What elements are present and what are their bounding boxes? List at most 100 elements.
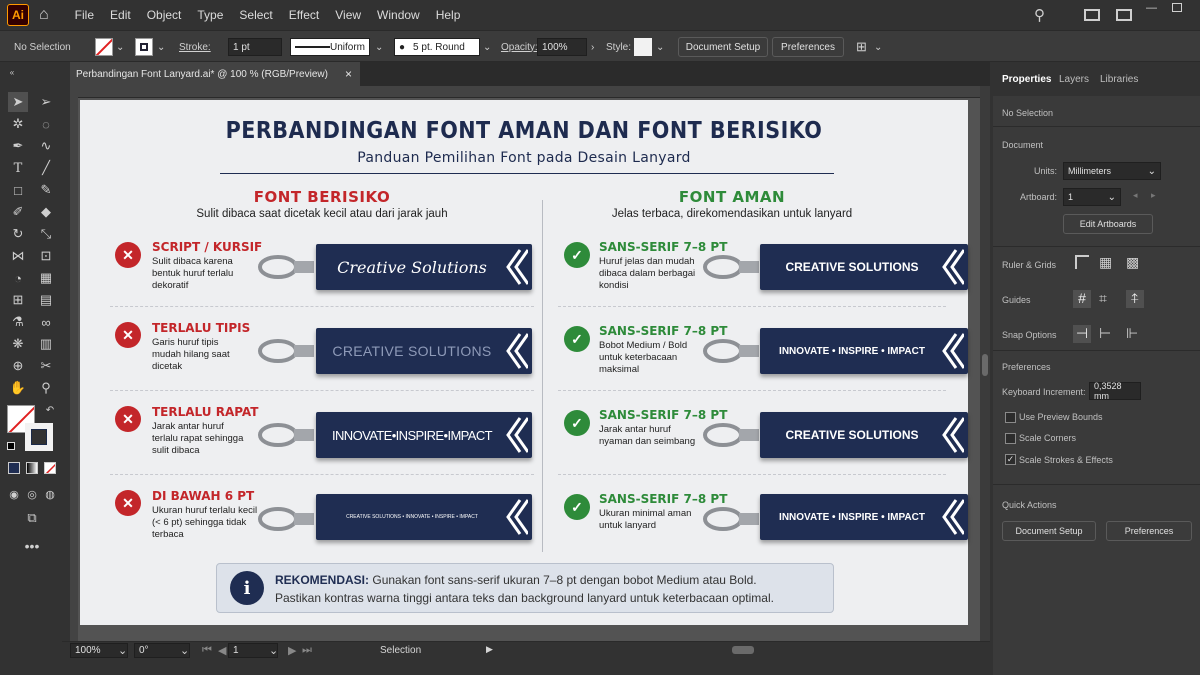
brush-dropdown-icon[interactable]: ⌄	[483, 38, 491, 56]
more-tools-icon[interactable]: •••	[22, 536, 42, 556]
qa-preferences-button[interactable]: Preferences	[1106, 521, 1192, 541]
width-tool-icon[interactable]: ⋈	[8, 246, 28, 266]
tab-layers[interactable]: Layers	[1059, 74, 1089, 85]
grid-icon[interactable]: ▦	[1099, 254, 1112, 271]
mesh-tool-icon[interactable]: ⊞	[8, 290, 28, 310]
home-icon[interactable]: ⌂	[39, 6, 49, 24]
gradient-tool-icon[interactable]: ▤	[36, 290, 56, 310]
menu-file[interactable]: File	[75, 8, 94, 22]
ruler-icon[interactable]	[1075, 255, 1089, 269]
rotate-dropdown-icon[interactable]: ⌄	[180, 644, 189, 657]
color-mode-icon[interactable]	[8, 462, 20, 474]
rotate-tool-icon[interactable]: ↻	[8, 224, 28, 244]
draw-inside-icon[interactable]: ◍	[40, 484, 60, 504]
last-artboard-icon[interactable]: ⏭	[302, 644, 312, 657]
stroke-weight-field[interactable]: 1 pt	[228, 38, 282, 56]
artboard[interactable]: PERBANDINGAN FONT AMAN DAN FONT BERISIKO…	[80, 100, 968, 625]
collapse-icon[interactable]: «	[2, 62, 22, 82]
swap-colors-icon[interactable]: ↶	[40, 400, 60, 420]
rectangle-tool-icon[interactable]: □	[8, 180, 28, 200]
graph-tool-icon[interactable]: ▥	[36, 334, 56, 354]
preferences-button[interactable]: Preferences	[772, 37, 844, 57]
hand-tool-icon[interactable]: ✋	[8, 378, 28, 398]
document-tab[interactable]: Perbandingan Font Lanyard.ai* @ 100 % (R…	[70, 62, 360, 86]
menu-edit[interactable]: Edit	[110, 8, 131, 22]
vertical-ruler[interactable]	[70, 86, 78, 646]
keyboard-increment-field[interactable]: 0,3528 mm	[1089, 381, 1141, 401]
artboard-select[interactable]: 1 ⌄	[1063, 188, 1121, 206]
show-guides-icon[interactable]: #	[1073, 290, 1091, 308]
screen-mode-icon[interactable]: ⧉	[22, 508, 42, 528]
tab-properties[interactable]: Properties	[1002, 74, 1051, 85]
stroke-color-box[interactable]	[25, 423, 53, 451]
curvature-tool-icon[interactable]: ∿	[36, 136, 56, 156]
eraser-tool-icon[interactable]: ◆	[36, 202, 56, 222]
free-transform-tool-icon[interactable]: ⊡	[36, 246, 56, 266]
edit-artboards-button[interactable]: Edit Artboards	[1063, 214, 1153, 234]
lasso-tool-icon[interactable]: ◌	[36, 114, 56, 134]
close-tab-icon[interactable]: ×	[345, 67, 352, 81]
draw-behind-icon[interactable]: ◎	[22, 484, 42, 504]
paintbrush-tool-icon[interactable]: ✎	[36, 180, 56, 200]
snap-to-pixel-icon[interactable]: ⊢	[1099, 325, 1111, 342]
maximize-icon[interactable]	[1172, 3, 1182, 12]
tab-libraries[interactable]: Libraries	[1100, 74, 1138, 85]
eyedropper-tool-icon[interactable]: ⚗	[8, 312, 28, 332]
opacity-field[interactable]: 100%	[537, 38, 587, 56]
workspace-icon[interactable]	[1116, 9, 1132, 21]
fill-swatch[interactable]	[95, 38, 113, 56]
zoom-tool-icon[interactable]: ⚲	[36, 378, 56, 398]
menu-effect[interactable]: Effect	[289, 8, 319, 22]
arrange-icon[interactable]: ⊞	[856, 38, 867, 56]
next-artboard-icon[interactable]: ▸	[1151, 190, 1156, 201]
blend-tool-icon[interactable]: ∞	[36, 312, 56, 332]
units-select[interactable]: Millimeters ⌄	[1063, 162, 1161, 180]
slice-tool-icon[interactable]: ✂	[36, 356, 56, 376]
scale-corners-checkbox[interactable]	[1005, 433, 1016, 444]
arrange-documents-icon[interactable]	[1084, 9, 1100, 21]
style-dropdown-icon[interactable]: ⌄	[656, 38, 664, 56]
status-menu-icon[interactable]: ▶	[486, 644, 493, 655]
direct-selection-tool-icon[interactable]: ➢	[36, 92, 56, 112]
pen-tool-icon[interactable]: ✒	[8, 136, 28, 156]
qa-document-setup-button[interactable]: Document Setup	[1002, 521, 1096, 541]
artboard-tool-icon[interactable]: ⊕	[8, 356, 28, 376]
menu-type[interactable]: Type	[197, 8, 223, 22]
shaper-tool-icon[interactable]: ✐	[8, 202, 28, 222]
scale-tool-icon[interactable]: ⤡	[36, 224, 56, 244]
profile-dropdown-icon[interactable]: ⌄	[375, 38, 383, 56]
snap-to-glyph-icon[interactable]: ⊩	[1126, 325, 1138, 342]
document-setup-button[interactable]: Document Setup	[678, 37, 768, 57]
stroke-dropdown-icon[interactable]: ⌄	[157, 38, 165, 56]
type-tool-icon[interactable]: T	[8, 158, 28, 178]
stroke-profile-select[interactable]: Uniform	[290, 38, 370, 56]
lock-guides-icon[interactable]: ⌗	[1099, 290, 1107, 307]
fill-dropdown-icon[interactable]: ⌄	[116, 38, 124, 56]
prev-artboard-icon[interactable]: ◀	[218, 644, 226, 657]
symbol-sprayer-tool-icon[interactable]: ❋	[8, 334, 28, 354]
first-artboard-icon[interactable]: ⏮	[202, 644, 212, 657]
stroke-swatch[interactable]	[135, 38, 153, 56]
horizontal-scrollbar[interactable]	[502, 645, 972, 655]
default-colors-icon[interactable]	[7, 442, 15, 450]
brush-select[interactable]: ● 5 pt. Round	[394, 38, 480, 56]
menu-view[interactable]: View	[335, 8, 361, 22]
none-mode-icon[interactable]	[44, 462, 56, 474]
opacity-arrow-icon[interactable]: ›	[591, 38, 594, 56]
scroll-thumb[interactable]	[982, 354, 988, 376]
minimize-icon[interactable]: —	[1146, 2, 1157, 14]
menu-select[interactable]: Select	[239, 8, 272, 22]
transparency-grid-icon[interactable]: ▩	[1126, 254, 1139, 271]
scale-strokes-checkbox[interactable]: ✓	[1005, 454, 1016, 465]
menu-object[interactable]: Object	[147, 8, 182, 22]
next-artboard-icon[interactable]: ▶	[288, 644, 296, 657]
prev-artboard-icon[interactable]: ◂	[1133, 190, 1138, 201]
selection-tool-icon[interactable]: ➤	[8, 92, 28, 112]
menu-window[interactable]: Window	[377, 8, 420, 22]
magic-wand-tool-icon[interactable]: ✲	[8, 114, 28, 134]
vertical-scrollbar[interactable]	[980, 86, 990, 646]
zoom-dropdown-icon[interactable]: ⌄	[118, 644, 127, 657]
snap-to-point-icon[interactable]: ⊣	[1073, 325, 1091, 343]
shape-builder-tool-icon[interactable]: ◔	[8, 268, 28, 288]
use-preview-bounds-checkbox[interactable]	[1005, 412, 1016, 423]
